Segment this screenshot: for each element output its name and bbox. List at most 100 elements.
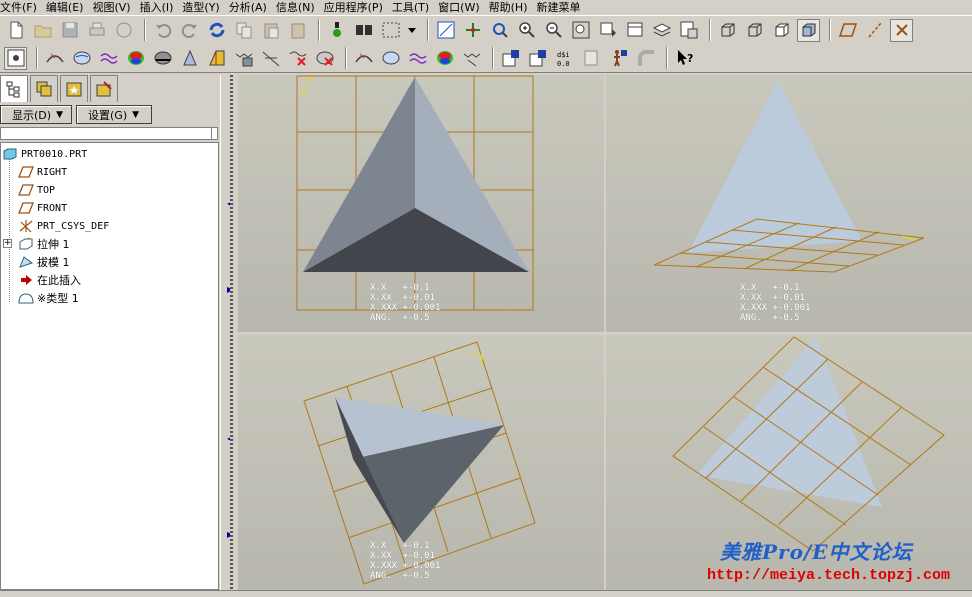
shaded-curvature-icon[interactable] [313,47,336,70]
paste-icon[interactable] [259,19,282,42]
tree-item-top[interactable]: TOP [17,181,55,199]
tree-item-right[interactable]: RIGHT [17,163,67,181]
tree-item-label: 拉伸 1 [37,238,70,251]
section-analysis-icon[interactable] [70,47,93,70]
save-icon[interactable] [58,19,81,42]
no-hidden-icon[interactable] [770,19,793,42]
viewport-front[interactable]: H X.X +-0.1 X.XX +-0.01 X.XXX +-0.001 ANG. … [238,75,604,332]
menu-new-menu[interactable]: 新建菜单 [537,1,588,15]
paste-special-icon[interactable] [286,19,309,42]
zoom-out-icon[interactable] [542,19,565,42]
tree-item-label: PRT_CSYS_DEF [37,220,110,232]
curvature-icon[interactable] [352,47,375,70]
section-analysis-icon[interactable] [379,47,402,70]
saved-views-icon[interactable] [623,19,646,42]
intent-view-icon[interactable] [4,46,27,70]
copy-icon[interactable] [232,19,255,42]
curvature-icon[interactable] [43,47,66,70]
slope-icon[interactable] [178,47,201,70]
datum-point-icon[interactable] [890,18,913,42]
tree-filter-bar[interactable] [0,127,218,140]
tree-item-style[interactable]: ※类型 1 [17,289,79,307]
whats-this-icon[interactable]: ? [673,47,696,70]
spin-center-icon[interactable] [461,19,484,42]
zoom-in-icon[interactable] [515,19,538,42]
datum-axis-icon[interactable] [863,19,886,42]
menu-edit[interactable]: 编辑(E) [46,1,91,15]
shaded-curvature-icon[interactable] [433,47,456,70]
undo-icon[interactable] [151,19,174,42]
shading-icon[interactable] [797,18,820,42]
favorites-tab-icon[interactable] [60,75,88,102]
sheet-sequence-icon[interactable] [499,47,522,70]
menu-help[interactable]: 帮助(H) [489,1,535,15]
layer-tab-icon[interactable] [30,75,58,102]
toolbar-separator [144,19,146,41]
tree-item-csys[interactable]: PRT_CSYS_DEF [17,217,109,235]
menu-style[interactable]: 造型(Y) [182,1,226,15]
tree-root[interactable]: PRT0010.PRT [1,145,87,163]
refit-icon[interactable] [569,19,592,42]
new-file-icon[interactable] [4,19,27,42]
menu-info[interactable]: 信息(N) [276,1,322,15]
orient-icon[interactable] [596,19,619,42]
datum-display-icon[interactable] [434,19,457,42]
print-icon[interactable] [85,19,108,42]
view-manager-icon[interactable] [677,19,700,42]
reflection-icon[interactable] [205,47,228,70]
toolbar-separator [427,19,429,41]
shaded-curvature-icon[interactable] [124,47,147,70]
mannequin-icon[interactable] [607,47,630,70]
find-icon[interactable] [352,19,375,42]
menu-tools[interactable]: 工具(T) [392,1,436,15]
model-tree-tab-icon[interactable] [0,75,28,102]
wireframe-icon[interactable] [716,19,739,42]
dropdown-arrow-icon[interactable] [406,19,418,42]
main-toolbar [0,15,972,44]
menu-applications[interactable]: 应用程序(P) [324,1,390,15]
datum-plane-icon [17,164,35,180]
tree-root-label: PRT0010.PRT [21,148,88,160]
display-button[interactable]: 显示(D) ▼ [0,105,72,124]
menu-window[interactable]: 窗口(W) [438,1,486,15]
browser-tab-icon[interactable] [90,75,118,102]
tree-item-extrude[interactable]: 拉伸 1 [17,235,70,253]
draft-icon [17,254,35,270]
hidden-line-icon[interactable] [743,19,766,42]
model-player-icon[interactable] [325,19,348,42]
select-box-icon[interactable] [379,19,402,42]
parameters-icon[interactable]: d$i 0.0 [553,47,576,70]
layers-icon[interactable] [650,19,673,42]
expand-toggle-icon[interactable]: + [3,239,12,248]
pipe-icon[interactable] [634,47,657,70]
redo-icon[interactable] [178,19,201,42]
toolbar-separator [345,47,347,69]
regenerate-icon[interactable] [205,19,228,42]
relations-icon[interactable] [580,47,603,70]
hide-analysis-icon[interactable] [259,47,282,70]
menu-view[interactable]: 视图(V) [92,1,137,15]
viewport-isometric[interactable]: X.X +-0.1 X.XX +-0.01 X.XXX +-0.001 ANG. +-… [606,75,972,332]
menu-insert[interactable]: 插入(I) [140,1,181,15]
offset-analysis-icon[interactable] [97,47,120,70]
delete-analysis-icon[interactable] [286,47,309,70]
tolerance-line: ANG. +-0.5 [740,313,800,323]
panel-splitter[interactable]: ◀ ▶ ◀ ▶ [220,75,237,590]
tree-item-front[interactable]: FRONT [17,199,67,217]
watermark-url[interactable]: http://meiya.tech.topzj.com [707,567,950,584]
menu-file[interactable]: 文件(F) [0,1,44,15]
repaint-icon[interactable] [488,19,511,42]
viewport-rotated[interactable]: X.X +-0.1 X.XX +-0.01 X.XXX +-0.001 ANG. +-… [238,335,604,590]
offset-analysis-icon[interactable] [406,47,429,70]
datum-plane-icon[interactable] [836,19,859,42]
email-icon[interactable] [112,19,135,42]
menu-analysis[interactable]: 分析(A) [229,1,274,15]
settings-button[interactable]: 设置(G) ▼ [76,105,152,124]
tree-item-insert-here[interactable]: 在此插入 [17,271,81,289]
sheet-new-icon[interactable] [526,47,549,70]
curve-analysis-icon[interactable] [460,47,483,70]
draft-check-icon[interactable] [151,47,174,70]
tree-item-draft[interactable]: 拔模 1 [17,253,70,271]
save-analysis-icon[interactable] [232,47,255,70]
open-icon[interactable] [31,19,54,42]
